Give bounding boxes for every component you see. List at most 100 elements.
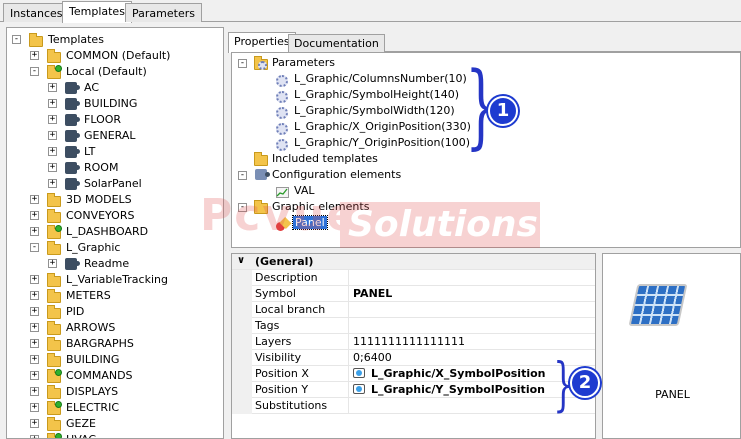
expand-toggle[interactable]: + [48,163,57,172]
expand-toggle[interactable]: + [30,355,39,364]
graphic-item-panel[interactable]: Panel [292,215,328,231]
property-value[interactable] [351,270,353,286]
property-value[interactable]: 0;6400 [351,350,392,366]
expand-toggle[interactable]: + [30,51,39,60]
tree-node[interactable]: BUILDING [66,352,119,368]
expand-toggle[interactable]: + [30,307,39,316]
tree-node[interactable]: 3D MODELS [66,192,132,208]
property-row[interactable]: Description [232,270,595,286]
property-value[interactable]: PANEL [351,286,392,302]
property-row[interactable]: Local branch [232,302,595,318]
tree-node[interactable]: BARGRAPHS [66,336,134,352]
tab-properties[interactable]: Properties [228,32,296,53]
tree-node[interactable]: SolarPanel [84,176,142,192]
property-grid[interactable]: ∨ (General) Description Symbol PANEL Local … [231,253,596,439]
expand-toggle[interactable]: + [48,99,57,108]
column-splitter[interactable] [348,286,349,302]
config-item-val[interactable]: VAL [294,183,314,199]
included-templates-node[interactable]: Included templates [272,151,378,167]
expand-toggle[interactable]: + [48,83,57,92]
tree-node[interactable]: FLOOR [84,112,121,128]
collapse-parameters-toggle[interactable]: - [238,59,247,68]
expand-toggle[interactable]: + [30,339,39,348]
graphic-elements-node[interactable]: Graphic elements [272,199,369,215]
templates-tree[interactable]: - Templates + COMMON (Default) - Local (Defau… [6,27,224,439]
tree-node[interactable]: L_Graphic [66,240,120,256]
expand-toggle[interactable]: + [30,323,39,332]
column-splitter[interactable] [348,350,349,366]
tree-node[interactable]: L_VariableTracking [66,272,168,288]
property-value[interactable]: 1111111111111111 [351,334,465,350]
tab-parameters[interactable]: Parameters [125,3,202,22]
expand-toggle[interactable]: + [48,179,57,188]
expand-toggle[interactable]: + [30,419,39,428]
tab-templates[interactable]: Templates [62,1,132,23]
chevron-down-icon[interactable]: ∨ [237,255,245,266]
tree-node[interactable]: GENERAL [84,128,136,144]
property-value[interactable] [351,318,353,334]
column-splitter[interactable] [348,366,349,382]
expand-toggle[interactable]: + [30,275,39,284]
column-splitter[interactable] [348,382,349,398]
tree-node[interactable]: LT [84,144,95,160]
expand-toggle[interactable]: + [30,387,39,396]
expand-toggle[interactable]: + [48,115,57,124]
property-row[interactable]: Position Y L_Graphic/Y_SymbolPosition [232,382,595,398]
expand-toggle[interactable]: + [48,259,57,268]
tree-node[interactable]: COMMON (Default) [66,48,170,64]
property-row[interactable]: Tags [232,318,595,334]
tree-node[interactable]: GEZE [66,416,96,432]
column-splitter[interactable] [348,318,349,334]
parameters-node[interactable]: Parameters [272,55,335,71]
expand-toggle[interactable]: + [30,371,39,380]
column-splitter[interactable] [348,334,349,350]
tree-node[interactable]: L_DASHBOARD [66,224,148,240]
expand-toggle[interactable]: + [30,403,39,412]
collapse-graphic-toggle[interactable]: - [238,203,247,212]
property-row[interactable]: Position X L_Graphic/X_SymbolPosition [232,366,595,382]
tree-node[interactable]: Readme [84,256,129,272]
column-splitter[interactable] [348,270,349,286]
tree-node[interactable]: HVAC [66,432,96,438]
expand-toggle[interactable]: + [30,211,39,220]
tree-node[interactable]: PID [66,304,84,320]
property-value[interactable]: L_Graphic/X_SymbolPosition [351,366,546,382]
property-value[interactable] [351,302,353,318]
tree-node[interactable]: COMMANDS [66,368,133,384]
tree-node[interactable]: METERS [66,288,111,304]
expand-toggle[interactable]: + [48,131,57,140]
tree-node[interactable]: ARROWS [66,320,115,336]
property-value[interactable]: L_Graphic/Y_SymbolPosition [351,382,545,398]
expand-toggle[interactable]: + [30,195,39,204]
parameter-item[interactable]: L_Graphic/Y_OriginPosition(100) [294,135,470,151]
tree-node[interactable]: DISPLAYS [66,384,118,400]
parameter-item[interactable]: L_Graphic/SymbolWidth(120) [294,103,455,119]
property-row[interactable]: Visibility 0;6400 [232,350,595,366]
expand-toggle[interactable]: - [12,35,21,44]
property-row[interactable]: Substitutions [232,398,595,414]
tree-node[interactable]: ELECTRIC [66,400,119,416]
tree-node[interactable]: Local (Default) [66,64,147,80]
expand-toggle[interactable]: - [30,67,39,76]
parameter-item[interactable]: L_Graphic/ColumnsNumber(10) [294,71,467,87]
parameter-item[interactable]: L_Graphic/X_OriginPosition(330) [294,119,471,135]
tab-documentation[interactable]: Documentation [288,34,385,52]
tree-node[interactable]: ROOM [84,160,118,176]
category-row[interactable]: ∨ (General) [232,254,595,270]
tab-instances[interactable]: Instances [3,3,70,22]
column-splitter[interactable] [348,302,349,318]
tree-node[interactable]: Templates [48,32,104,48]
expand-toggle[interactable]: + [30,227,39,236]
tree-node[interactable]: AC [84,80,99,96]
tree-node[interactable]: CONVEYORS [66,208,134,224]
tree-node[interactable]: BUILDING [84,96,137,112]
parameter-item[interactable]: L_Graphic/SymbolHeight(140) [294,87,459,103]
property-row[interactable]: Layers 1111111111111111 [232,334,595,350]
collapse-config-toggle[interactable]: - [238,171,247,180]
configuration-elements-node[interactable]: Configuration elements [272,167,401,183]
column-splitter[interactable] [348,398,349,414]
property-row[interactable]: Symbol PANEL [232,286,595,302]
expand-toggle[interactable]: + [30,291,39,300]
expand-toggle[interactable]: + [30,435,39,438]
expand-toggle[interactable]: + [48,147,57,156]
